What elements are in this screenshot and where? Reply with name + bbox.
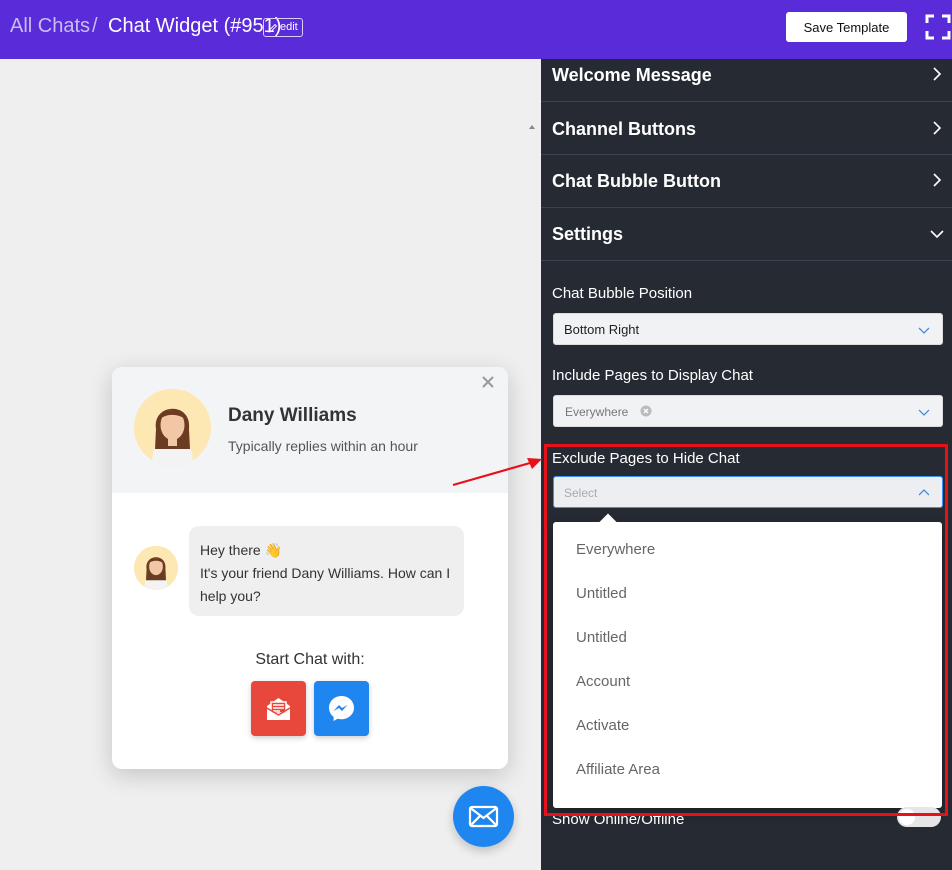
start-chat-label: Start Chat with: bbox=[255, 651, 365, 668]
messenger-icon bbox=[329, 696, 354, 721]
save-template-button[interactable]: Save Template bbox=[786, 12, 907, 42]
clear-tag-icon[interactable] bbox=[640, 405, 652, 417]
mail-icon bbox=[468, 805, 499, 828]
message-avatar bbox=[134, 546, 178, 590]
email-channel-button[interactable] bbox=[251, 681, 306, 736]
include-pages-select[interactable]: Everywhere bbox=[553, 395, 943, 427]
chat-widget-preview: Dany Williams Typically replies within a… bbox=[112, 367, 508, 769]
annotation-arrow-icon bbox=[452, 458, 542, 487]
breadcrumb-current: Chat Widget (#951) bbox=[108, 15, 282, 37]
section-chat-bubble-button[interactable]: Chat Bubble Button bbox=[541, 155, 952, 208]
include-pages-label: Include Pages to Display Chat bbox=[552, 367, 753, 384]
section-title: Welcome Message bbox=[552, 65, 712, 85]
close-icon[interactable] bbox=[481, 375, 495, 389]
chevron-down-icon bbox=[918, 409, 930, 416]
widget-header: Dany Williams Typically replies within a… bbox=[112, 367, 508, 493]
chevron-right-icon bbox=[933, 173, 942, 187]
chevron-down-icon bbox=[918, 327, 930, 334]
chevron-right-icon bbox=[933, 67, 942, 81]
bubble-position-select[interactable]: Bottom Right bbox=[553, 313, 943, 345]
agent-avatar bbox=[134, 389, 211, 466]
message-greeting: Hey there 👋 bbox=[200, 542, 283, 558]
chat-bubble-launcher[interactable] bbox=[453, 786, 514, 847]
agent-reply-time: Typically replies within an hour bbox=[228, 438, 418, 454]
bubble-position-value: Bottom Right bbox=[564, 322, 640, 337]
pencil-icon bbox=[268, 23, 278, 33]
include-pages-tag: Everywhere bbox=[565, 405, 629, 419]
edit-label: edit bbox=[280, 21, 298, 33]
breadcrumb-separator: / bbox=[92, 15, 98, 37]
section-welcome-message[interactable]: Welcome Message bbox=[541, 49, 952, 102]
section-settings[interactable]: Settings bbox=[541, 208, 952, 261]
edit-name-button[interactable]: edit bbox=[263, 18, 303, 37]
message-body: It's your friend Dany Williams. How can … bbox=[200, 565, 451, 604]
section-title: Chat Bubble Button bbox=[552, 171, 721, 191]
annotation-highlight-box bbox=[544, 444, 948, 816]
messenger-channel-button[interactable] bbox=[314, 681, 369, 736]
breadcrumb-all-chats[interactable]: All Chats bbox=[10, 15, 90, 38]
section-title: Channel Buttons bbox=[552, 119, 696, 139]
chevron-down-icon bbox=[930, 230, 944, 239]
section-channel-buttons[interactable]: Channel Buttons bbox=[541, 102, 952, 155]
section-title: Settings bbox=[552, 224, 624, 244]
bubble-position-label: Chat Bubble Position bbox=[552, 285, 693, 302]
open-envelope-icon bbox=[266, 698, 291, 720]
welcome-message-bubble: Hey there 👋 It's your friend Dany Willia… bbox=[189, 526, 464, 616]
fullscreen-icon[interactable] bbox=[925, 14, 951, 40]
scroll-up-icon[interactable] bbox=[527, 123, 537, 131]
agent-name: Dany Williams bbox=[228, 405, 357, 426]
chevron-right-icon bbox=[933, 121, 942, 135]
